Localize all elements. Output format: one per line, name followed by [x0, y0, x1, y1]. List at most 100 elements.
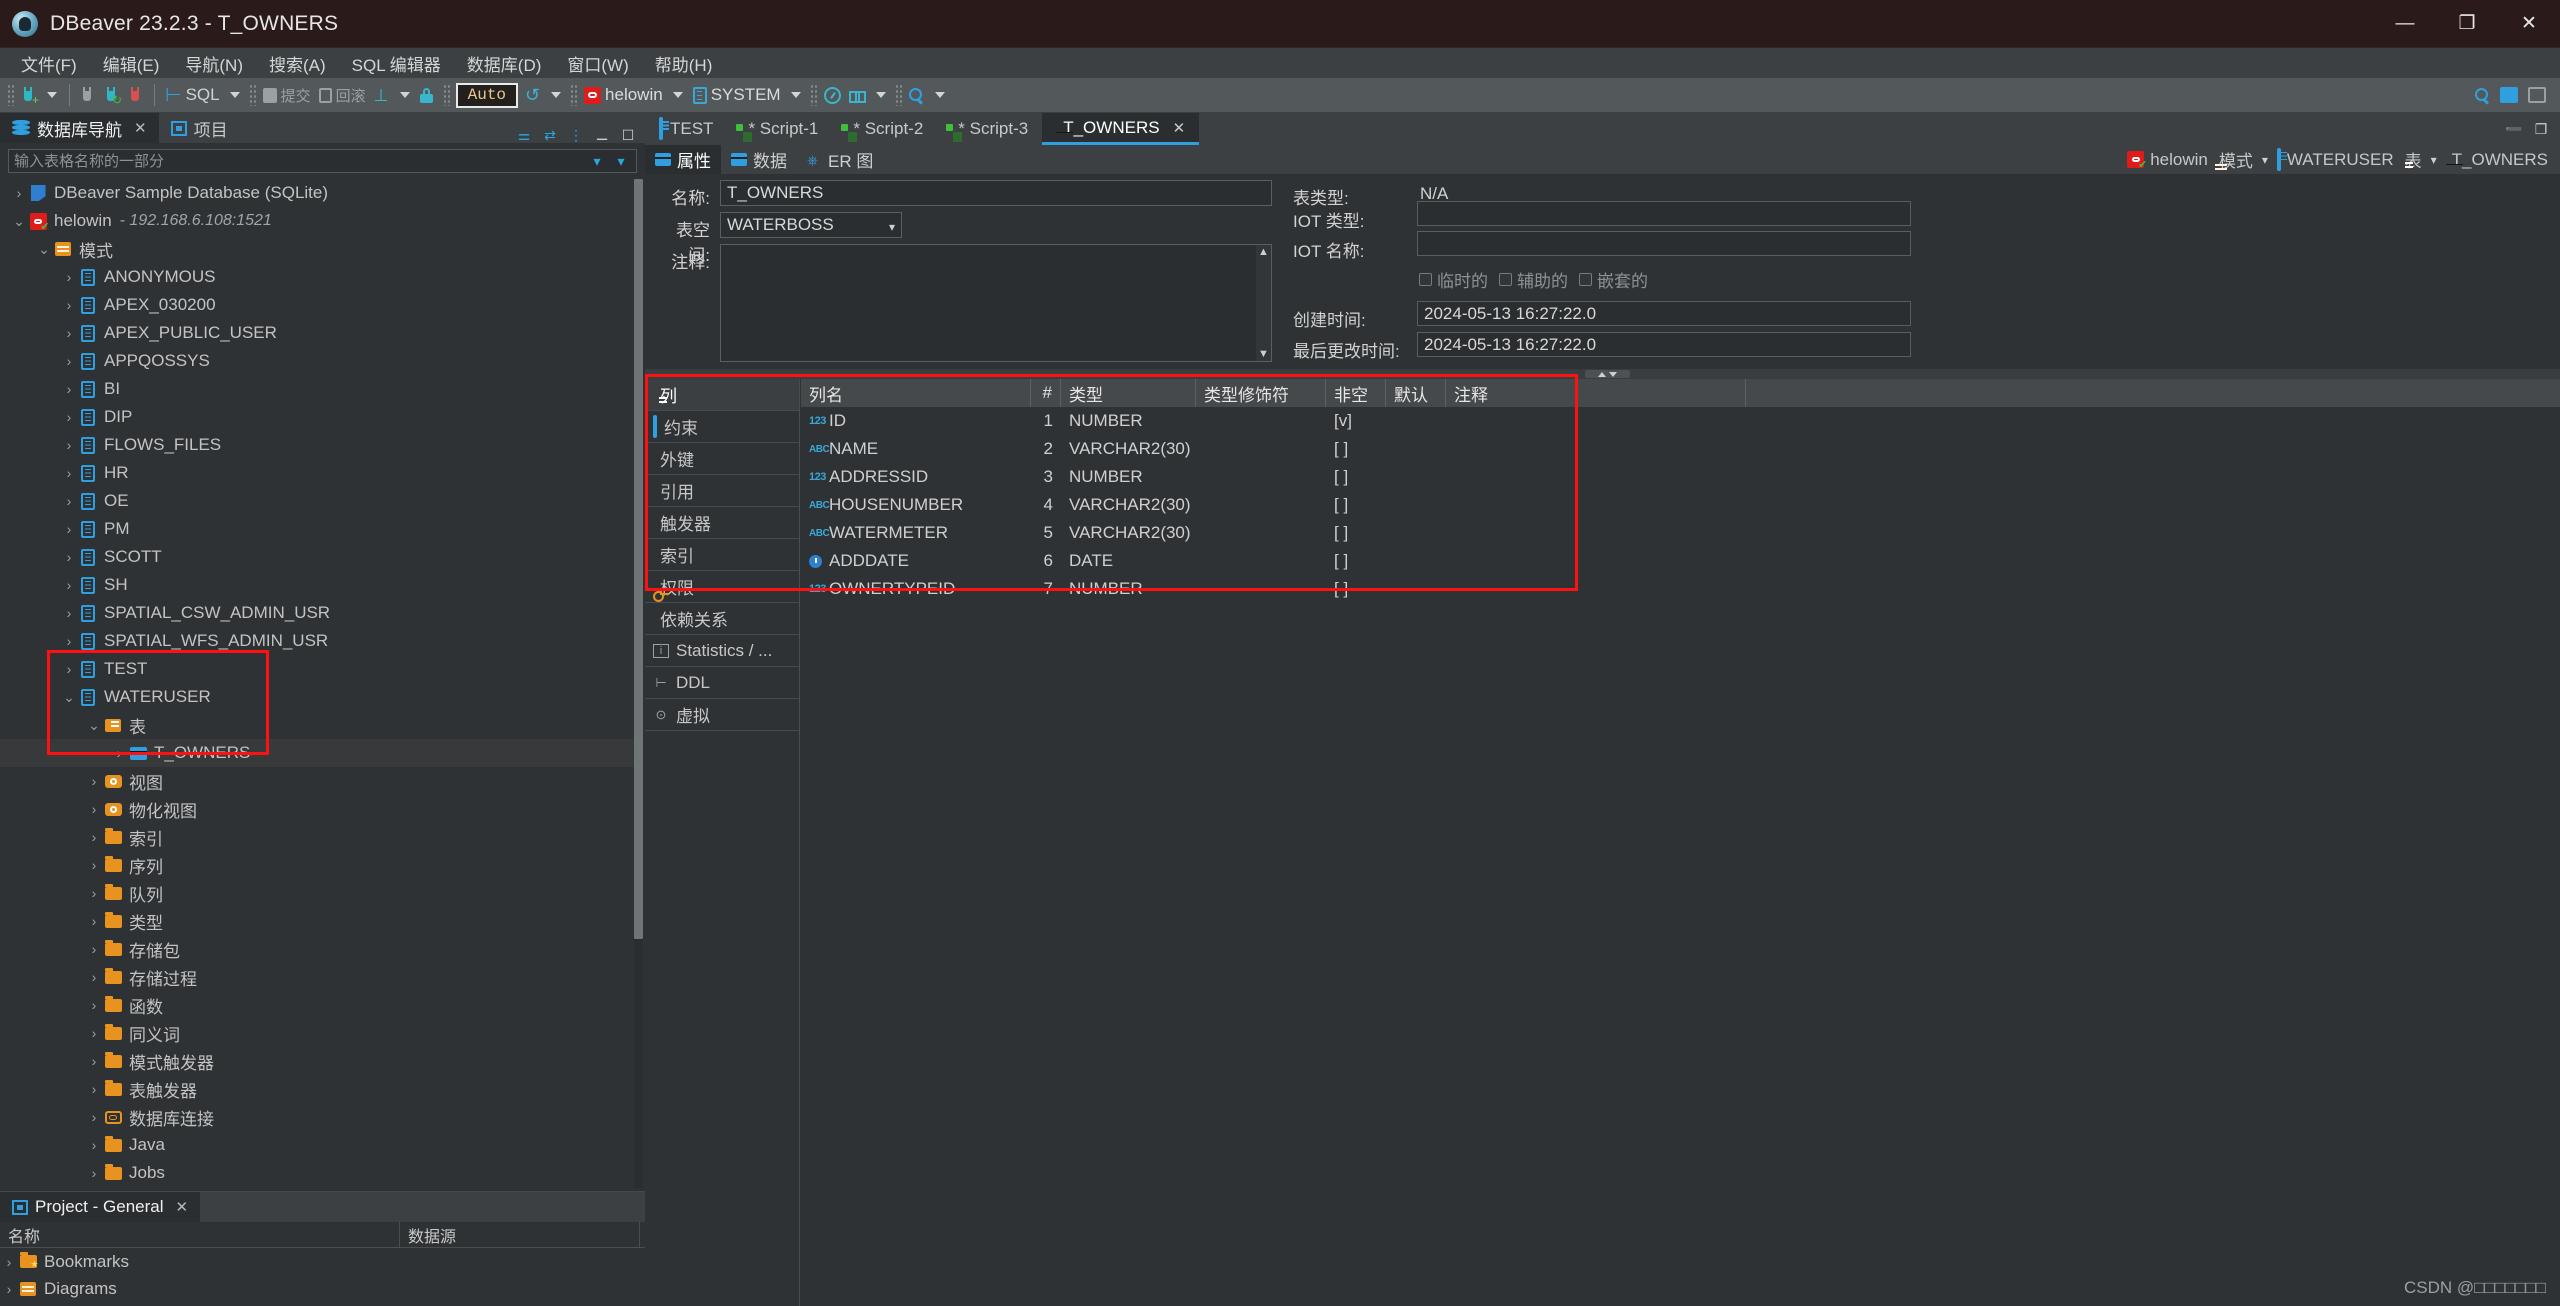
toolbar-grip-4[interactable]	[570, 84, 577, 106]
minimize-icon[interactable]: ➖	[2505, 121, 2523, 137]
perspective-icon[interactable]	[2500, 87, 2518, 103]
quick-search-icon[interactable]	[2475, 88, 2490, 103]
menu-help[interactable]: 帮助(H)	[642, 48, 726, 79]
tab-data[interactable]: 数据	[721, 145, 797, 174]
section-tab-indexes[interactable]: 索引	[645, 539, 799, 571]
menu-database[interactable]: 数据库(D)	[454, 48, 555, 79]
tree-item[interactable]: ›HR	[0, 459, 635, 487]
tree-item[interactable]: ›Jobs	[0, 1159, 635, 1187]
section-tab-permissions-key[interactable]: 权限	[645, 571, 799, 603]
link-editor-icon[interactable]: ⇄	[541, 127, 559, 143]
tree-twisty[interactable]: ⌄	[10, 213, 28, 230]
column-header-6[interactable]: 注释	[1446, 379, 1746, 407]
checkbox-nested[interactable]: 嵌套的	[1579, 267, 1648, 292]
new-connection-button[interactable]: +	[17, 81, 41, 109]
tree-item[interactable]: ›索引	[0, 823, 635, 851]
tree-twisty[interactable]: ›	[110, 745, 128, 761]
filter-settings-icon[interactable]: ▾	[612, 153, 630, 169]
new-sql-editor-button[interactable]: ⊢ SQL	[161, 81, 224, 109]
close-icon[interactable]: ✕	[1173, 119, 1186, 137]
scroll-up-arrow-icon[interactable]: ▲	[1256, 245, 1271, 259]
section-tab-virtual[interactable]: ⊙虚拟	[645, 699, 799, 731]
tree-twisty[interactable]: ›	[85, 1109, 103, 1125]
created-field[interactable]	[1417, 301, 1911, 326]
tree-item[interactable]: ⌄WATERUSER	[0, 683, 635, 711]
tree-twisty[interactable]: ⌄	[60, 689, 78, 706]
editor-tab-test[interactable]: TEST	[645, 113, 727, 145]
open-perspective-icon[interactable]	[2528, 87, 2546, 103]
tree-twisty[interactable]: ›	[85, 801, 103, 817]
toolbar-grip-2[interactable]	[249, 84, 256, 106]
tree-twisty[interactable]: ⌄	[85, 717, 103, 734]
tree-twisty[interactable]: ›	[60, 633, 78, 649]
tab-er-diagram[interactable]: ⎈ ER 图	[797, 145, 883, 174]
tree-item[interactable]: ›类型	[0, 907, 635, 935]
tree-item[interactable]: ⌄✔helowin- 192.168.6.108:1521	[0, 207, 635, 235]
search-input[interactable]	[9, 153, 588, 170]
close-icon[interactable]: ✕	[176, 1198, 189, 1216]
breadcrumb-item-WATERUSER[interactable]: WATERUSER	[2277, 150, 2394, 170]
toolbar-grip-6[interactable]	[895, 84, 902, 106]
tree-item[interactable]: ›SPATIAL_CSW_ADMIN_USR	[0, 599, 635, 627]
table-row[interactable]: 123ID1NUMBER[v]	[801, 407, 2560, 435]
tree-item[interactable]: ›BI	[0, 375, 635, 403]
tree-item[interactable]: ›物化视图	[0, 795, 635, 823]
tab-properties[interactable]: 属性	[645, 145, 721, 174]
column-header-3[interactable]: 类型修饰符	[1196, 379, 1326, 407]
tree-item[interactable]: ›模式触发器	[0, 1047, 635, 1075]
tree-twisty[interactable]: ›	[85, 997, 103, 1013]
breadcrumb-item-helowin[interactable]: ✔helowin	[2127, 150, 2208, 170]
menu-file[interactable]: 文件(F)	[8, 48, 90, 79]
tree-twisty[interactable]: ›	[85, 941, 103, 957]
menu-edit[interactable]: 编辑(E)	[90, 48, 173, 79]
tree-item[interactable]: ›SH	[0, 571, 635, 599]
iot-type-field[interactable]	[1417, 201, 1911, 226]
checkbox-temporary[interactable]: 临时的	[1419, 267, 1488, 292]
column-header-name[interactable]: 名称	[0, 1222, 400, 1247]
filter-icon[interactable]: ▾	[588, 153, 606, 169]
tree-item[interactable]: ›序列	[0, 851, 635, 879]
tree-item[interactable]: ⌄表	[0, 711, 635, 739]
tree-twisty[interactable]: ›	[85, 1053, 103, 1069]
editor-tab-helowinscript-2[interactable]: * Script-2	[832, 113, 937, 145]
section-tab-statistics-info[interactable]: iStatistics / ...	[645, 635, 799, 667]
tree-item[interactable]: ›存储包	[0, 935, 635, 963]
column-header-datasource[interactable]: 数据源	[400, 1222, 640, 1247]
toolbar-grip[interactable]	[7, 84, 14, 106]
section-tab-constraints[interactable]: 约束	[645, 411, 799, 443]
name-field[interactable]	[720, 180, 1272, 206]
chevron-down-icon[interactable]: ▾	[2431, 153, 2437, 167]
tree-item[interactable]: ›存储过程	[0, 963, 635, 991]
tree-item[interactable]: ›表触发器	[0, 1075, 635, 1103]
disconnect-button[interactable]	[76, 81, 100, 109]
transaction-mode-button[interactable]: ⊥	[370, 81, 394, 109]
tree-twisty[interactable]: ›	[85, 969, 103, 985]
editor-tab-helowinscript-1[interactable]: * Script-1	[727, 113, 832, 145]
schema-dropdown-caret[interactable]	[791, 92, 801, 98]
section-tab-triggers[interactable]: 触发器	[645, 507, 799, 539]
dashboard-button[interactable]	[820, 81, 845, 109]
iot-name-field[interactable]	[1417, 231, 1911, 256]
tree-twisty[interactable]: ›	[60, 493, 78, 509]
tree-twisty[interactable]: ›	[60, 269, 78, 285]
data-transfer-caret[interactable]	[876, 92, 886, 98]
collapse-down-icon[interactable]	[1609, 372, 1617, 377]
tree-item[interactable]: ›同义词	[0, 1019, 635, 1047]
splitter-handle[interactable]	[1585, 370, 1630, 378]
new-connection-dropdown-caret[interactable]	[47, 92, 57, 98]
active-schema-selector[interactable]: SYSTEM	[689, 81, 785, 109]
table-row[interactable]: 123ADDRESSID3NUMBER[ ]	[801, 463, 2560, 491]
maximize-icon[interactable]: ☐	[619, 127, 637, 143]
tree-item[interactable]: ›ANONYMOUS	[0, 263, 635, 291]
horizontal-splitter[interactable]	[645, 369, 2560, 379]
column-header-2[interactable]: 类型	[1061, 379, 1196, 407]
tree-item[interactable]: ›T_OWNERS	[0, 739, 635, 767]
tree-twisty[interactable]: ›	[85, 1025, 103, 1041]
tree-twisty[interactable]: ›	[60, 353, 78, 369]
column-header-0[interactable]: 列名	[801, 379, 1031, 407]
tree-twisty[interactable]: ›	[0, 1254, 18, 1270]
collapse-up-icon[interactable]	[1598, 372, 1606, 377]
column-header-1[interactable]: #	[1031, 379, 1061, 407]
tree-item[interactable]: ›OE	[0, 487, 635, 515]
toolbar-grip-5[interactable]	[810, 84, 817, 106]
